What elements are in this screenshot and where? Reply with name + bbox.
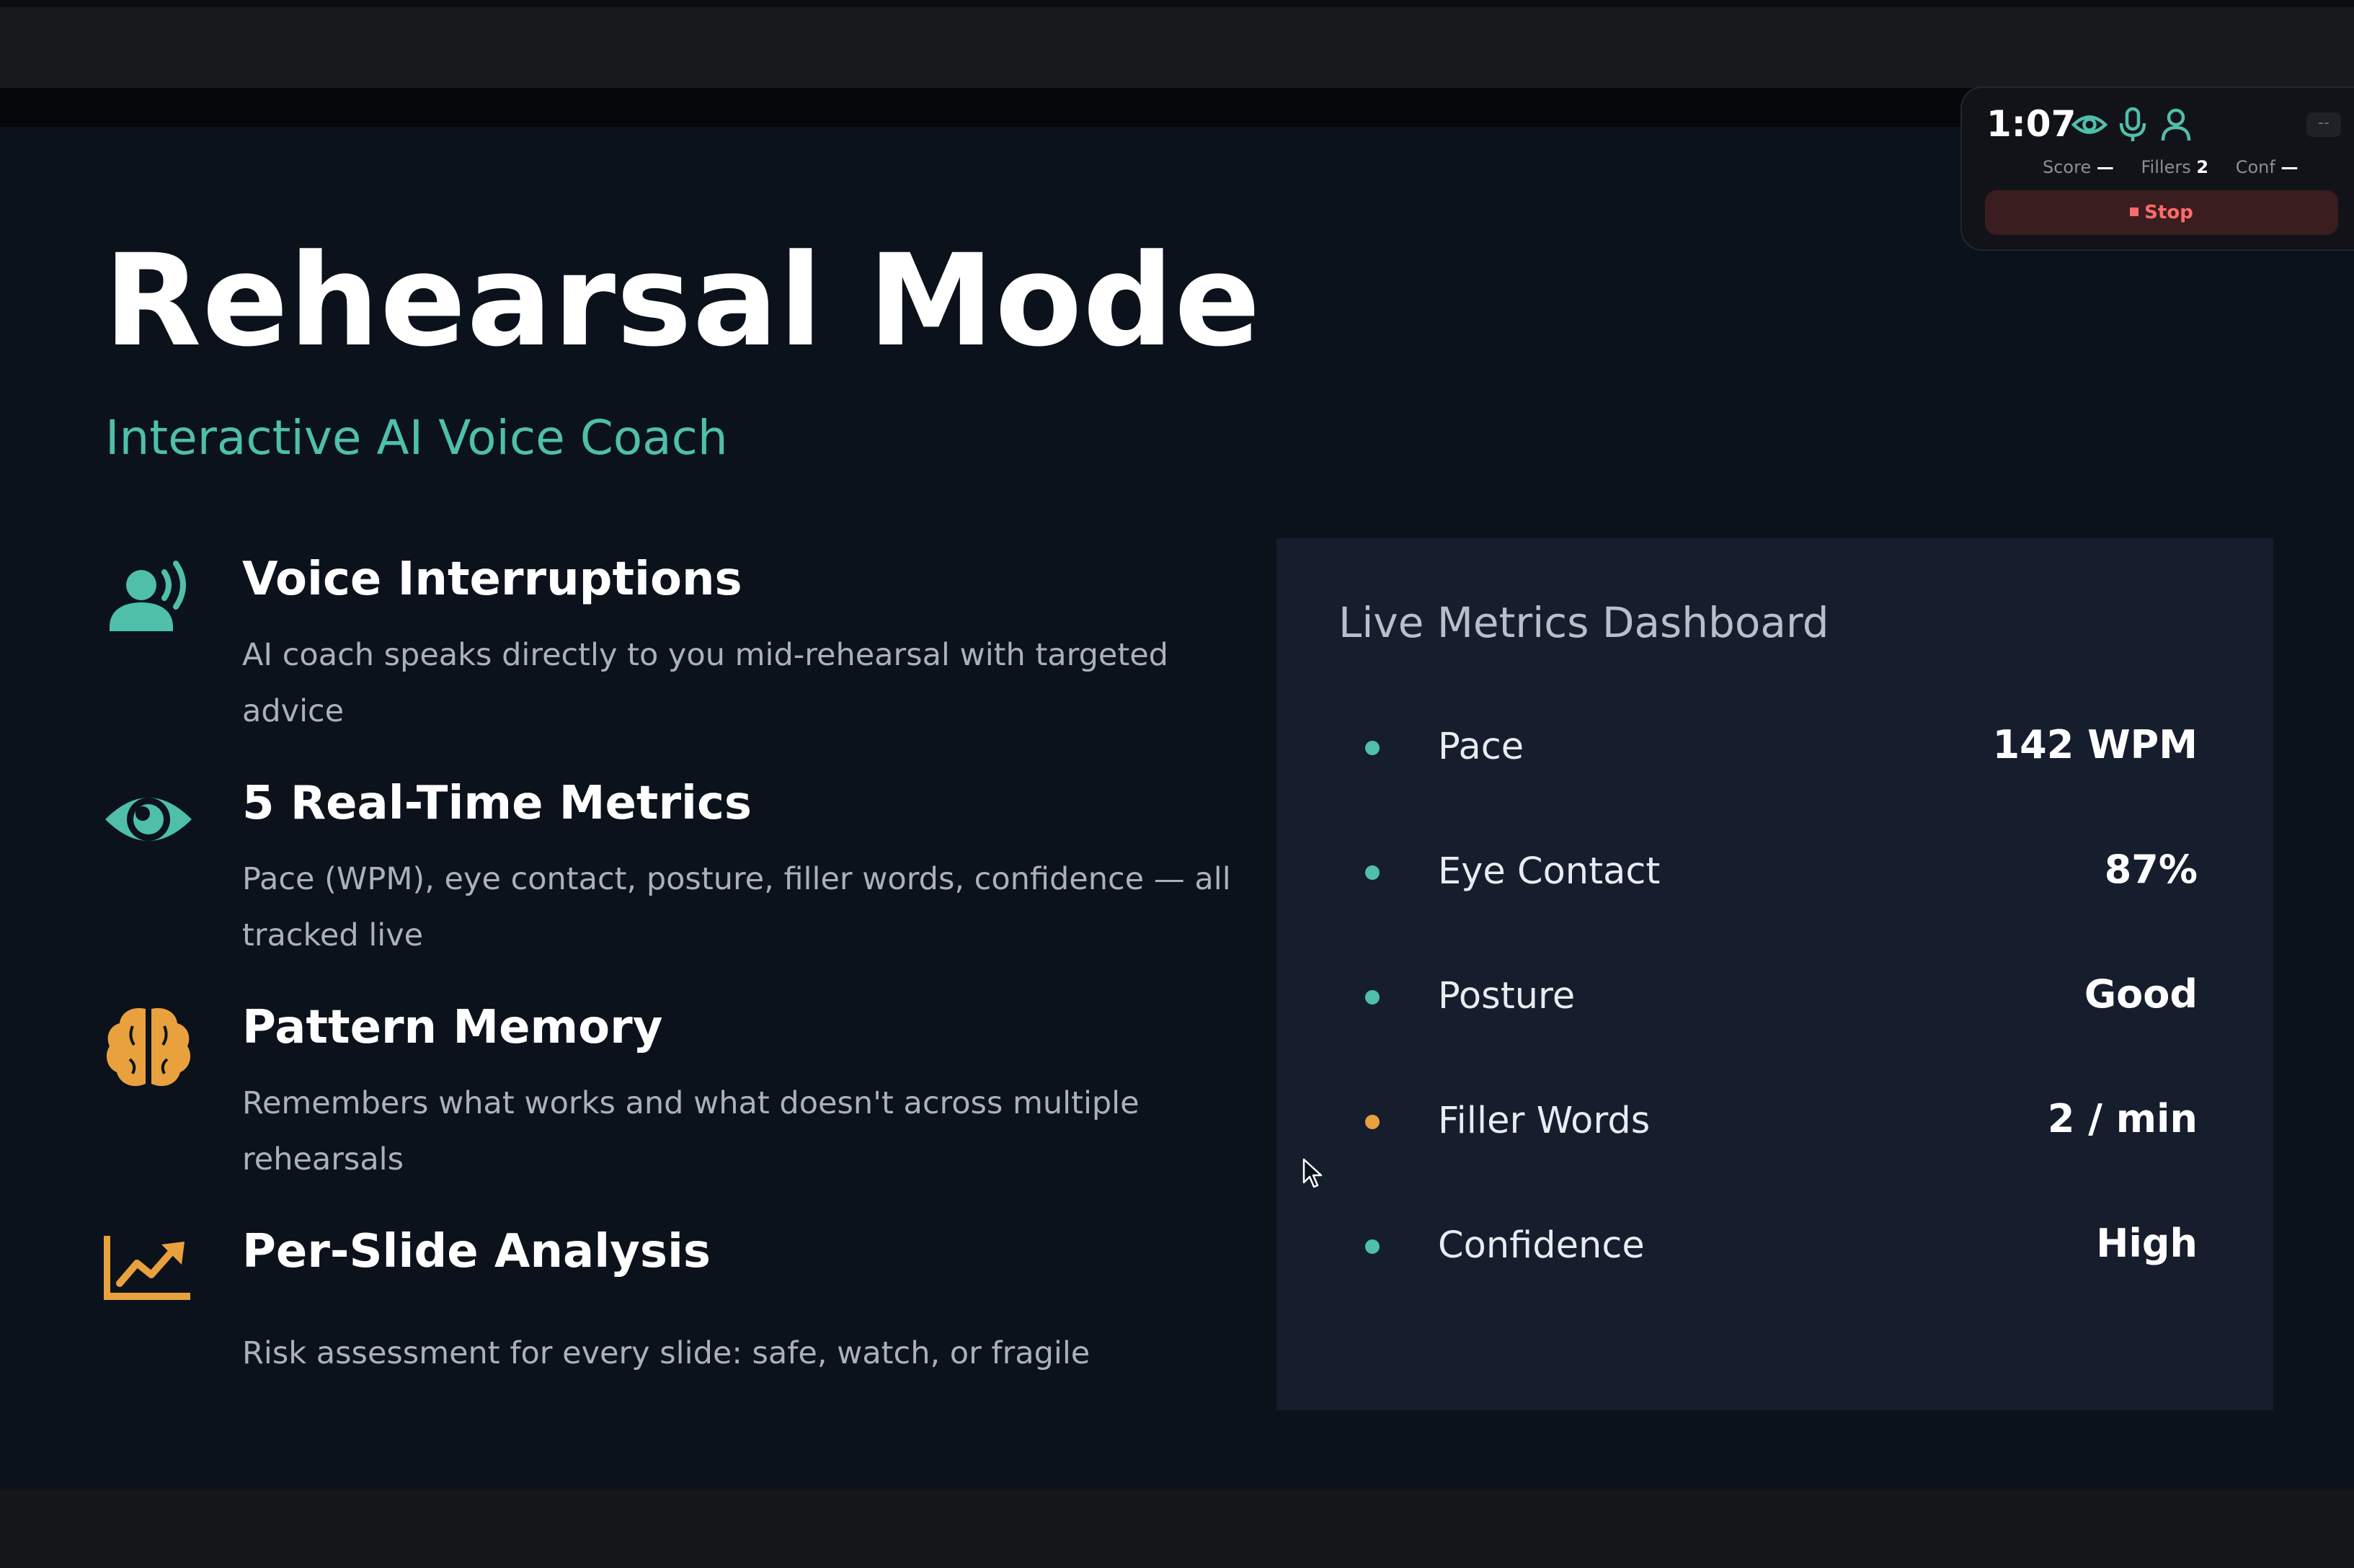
feature-description: Risk assessment for every slide: safe, w… [242, 1335, 1091, 1371]
dashboard-title: Live Metrics Dashboard [1338, 598, 1829, 647]
status-dot [1365, 865, 1380, 880]
metric-value: 87% [2104, 847, 2198, 892]
microphone-icon [2115, 107, 2151, 143]
metric-row-filler-words: Filler Words 2 / min [1276, 1090, 2273, 1155]
voice-speaking-icon [104, 556, 193, 646]
status-dot [1365, 1115, 1380, 1129]
feature-per-slide-analysis: Per-Slide Analysis Risk assessment for e… [104, 1225, 1185, 1445]
widget-collapse-button[interactable]: -- [2306, 112, 2341, 137]
feature-description: Pace (WPM), eye contact, posture, filler… [242, 861, 1231, 953]
eye-icon [2071, 107, 2108, 143]
metric-row-eye-contact: Eye Contact 87% [1276, 841, 2273, 906]
feature-pattern-memory: Pattern Memory Remembers what works and … [104, 1001, 1185, 1221]
rehearsal-control-widget[interactable]: 1:07 -- Score — Fillers 2 Conf — Stop [1960, 86, 2354, 251]
metric-label: Filler Words [1438, 1100, 1651, 1142]
stop-button[interactable]: Stop [1985, 190, 2338, 235]
stat-fillers: Fillers 2 [2141, 157, 2209, 177]
screen-top-bar [0, 0, 2354, 88]
status-dot [1365, 990, 1380, 1004]
person-icon [2158, 107, 2194, 143]
status-dot [1365, 741, 1380, 755]
metric-row-confidence: Confidence High [1276, 1215, 2273, 1280]
metric-value: 142 WPM [1992, 722, 2198, 767]
feature-real-time-metrics: 5 Real-Time Metrics Pace (WPM), eye cont… [104, 777, 1231, 997]
chart-line-icon [104, 1229, 193, 1318]
metric-label: Confidence [1438, 1224, 1645, 1267]
rehearsal-timer: 1:07 [1986, 103, 2077, 145]
screen-bottom-bar [0, 1489, 2354, 1568]
feature-title: Per-Slide Analysis [242, 1225, 711, 1278]
stat-score: Score — [2043, 157, 2114, 177]
metric-label: Eye Contact [1438, 850, 1661, 893]
metric-label: Posture [1438, 975, 1576, 1017]
mouse-cursor-icon [1302, 1158, 1323, 1190]
metric-value: 2 / min [2047, 1096, 2198, 1141]
feature-description: AI coach speaks directly to you mid-rehe… [242, 637, 1168, 729]
status-dot [1365, 1239, 1380, 1254]
feature-title: Voice Interruptions [242, 553, 742, 606]
stat-confidence: Conf — [2235, 157, 2299, 177]
brain-icon [104, 1004, 193, 1094]
metric-row-pace: Pace 142 WPM [1276, 716, 2273, 781]
slide-subtitle: Interactive AI Voice Coach [105, 410, 728, 466]
feature-title: 5 Real-Time Metrics [242, 777, 752, 830]
feature-voice-interruptions: Voice Interruptions AI coach speaks dire… [104, 553, 1185, 772]
stop-square-icon [2130, 207, 2139, 216]
eye-icon [104, 780, 193, 870]
metric-value: Good [2084, 971, 2198, 1017]
metric-row-posture: Posture Good [1276, 966, 2273, 1030]
metric-label: Pace [1438, 726, 1524, 768]
feature-title: Pattern Memory [242, 1001, 663, 1054]
metric-value: High [2096, 1221, 2198, 1266]
widget-stats: Score — Fillers 2 Conf — [2043, 157, 2319, 177]
feature-description: Remembers what works and what doesn't ac… [242, 1085, 1140, 1177]
slide-title: Rehearsal Mode [104, 227, 1261, 375]
